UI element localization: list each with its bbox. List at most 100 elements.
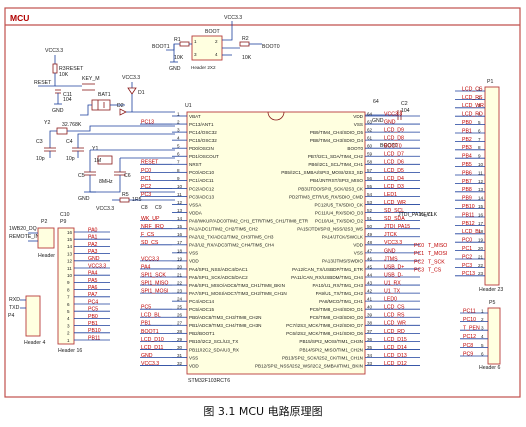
- u1-pin-name: PA13/JTMS/SWDIO: [322, 259, 363, 264]
- u1-pin-name: PC3/ADC13: [189, 194, 214, 199]
- u1-pin-number: 22: [177, 280, 183, 285]
- p5-pin-number: 3: [481, 326, 484, 331]
- u1-pin-number: 17: [177, 240, 183, 245]
- u1-pin-number: 35: [367, 345, 373, 350]
- p1-pin-net: PB1: [462, 128, 472, 134]
- u1-pin-name: PC6/I2S2_MCK/TIM8_CH1/SDIO_D6: [286, 331, 363, 336]
- u1-right-net: LCD_WR: [384, 200, 406, 206]
- u1-pin-name: PA2/U2_TX/ADC2/TIM2_CH3/TIM5_CH3: [189, 235, 274, 240]
- d2-ref: D2: [117, 103, 124, 109]
- u1-pin-name: PA14/JTCK/SWCLK: [322, 235, 364, 240]
- u1-pin-number: 41: [367, 297, 373, 302]
- u1-pin-number: 37: [367, 329, 373, 334]
- p9-pin-net: PB0: [88, 314, 98, 320]
- p5-body: [487, 307, 501, 365]
- boot-pin-1: 1: [194, 39, 197, 44]
- u1-pin-number: 4: [177, 136, 180, 141]
- u1-pin-name: BOOT0: [347, 146, 363, 151]
- u1-pin-number: 52: [367, 208, 373, 213]
- p1-pin-net: PB0: [462, 120, 472, 126]
- u1-pin-name: PD0/OSCIN: [189, 146, 214, 151]
- header-p2: 1WB20_DQ REMOTE_IN P2 Header: [9, 219, 55, 259]
- touch-net-label: T_MISO: [428, 243, 447, 249]
- p1-pin-number: 9: [478, 154, 481, 159]
- u1-pin-number: 19: [177, 256, 183, 261]
- u1-pin-number: 62: [367, 128, 373, 133]
- u1-pin-name: PA9/U1_TX/TIM1_CH2: [316, 291, 364, 296]
- u1-pin-number: 64: [367, 111, 373, 116]
- u1-pin-name: PB5/I2C1_SMBAI/SPI3_MOSI/I2S3_SD: [281, 170, 363, 175]
- mcu-u1: U1 STM32F103RCT6 1 VBAT2 PC13/ANT1PC133 PC1…: [140, 103, 420, 384]
- p9-pin-net: PA5: [88, 278, 98, 284]
- u1-right-net: LCD_D4: [384, 176, 404, 182]
- u1-pin-name: VDD: [189, 363, 199, 368]
- u1-pin-number: 42: [367, 289, 373, 294]
- u1-right-net: JTDI_PA15: [384, 224, 410, 230]
- p9-pin-net: PA4: [88, 271, 98, 277]
- u1-pin-name: PA8/MCO/TIM1_CH1: [319, 299, 363, 304]
- u1-ref: U1: [185, 103, 192, 109]
- p2-label: Header: [38, 253, 55, 259]
- schematic: MCU VCC3.3 BOOT 1 2 3 4 Header 2X2 R1 10…: [4, 7, 521, 398]
- touch-net-label: T_MOSI: [428, 251, 447, 257]
- boot-title: BOOT: [205, 29, 221, 35]
- p1-pin-net: LCD_BL: [462, 229, 482, 235]
- u1-pin-name: PA15/JTDI/SPI3_NSS/I2S3_WS: [297, 227, 363, 232]
- u1-pin-number: 48: [367, 240, 373, 245]
- u1-right-net: USB_D-: [384, 272, 403, 278]
- p1-pin-net: PB4: [462, 154, 472, 160]
- p9-pin-net: PA3: [88, 249, 98, 255]
- p5-pin-number: 1: [481, 308, 484, 313]
- p2-ref: P2: [41, 219, 47, 225]
- u1-pin-name: VBAT: [189, 114, 201, 119]
- u1-pin-name: VDD: [189, 259, 199, 264]
- p1-pin-net: PC2: [462, 254, 472, 260]
- p5-pin-net: PC10: [463, 317, 476, 323]
- u1-left-net: WK_UP: [141, 216, 160, 222]
- u1-pin-name: PB3/JTDO/SPI3_SCK/I2S3_CK: [298, 186, 364, 191]
- u1-pin-name: PD2/TIM3_ETR/U5_RX/SDIO_CMD: [289, 194, 364, 199]
- u1-pin-number: 38: [367, 321, 373, 326]
- u1-right-net: LCD_D9: [384, 128, 404, 134]
- u1-right-net: VCC3.3: [384, 240, 402, 246]
- u1-left-net: BOOT1: [141, 329, 159, 335]
- p1-pin-number: 12: [478, 179, 484, 184]
- c4-value: 10p: [66, 156, 75, 162]
- u1-pin-number: 63: [367, 119, 373, 124]
- u1-right-net: LCD_D3: [384, 184, 404, 190]
- u1-pin-number: 43: [367, 280, 373, 285]
- r2-resistor: [239, 41, 250, 47]
- u1-pin-name: VSSA: [189, 202, 202, 207]
- u1-pin-name: PA11/CAN_RX/USBDM/TIM1_CH4: [291, 275, 363, 280]
- r3-resistor: [52, 63, 58, 74]
- u1-pin-name: PB10/I2C2_SCL/U3_TX: [189, 339, 238, 344]
- c10-ref: C10: [60, 212, 70, 218]
- p9-pin-number: 2: [67, 331, 70, 336]
- r1-value: 10K: [174, 55, 184, 61]
- p1-pin-net: PB6: [462, 170, 472, 176]
- u1-right-net: JTMS: [384, 256, 398, 262]
- osc8-gnd-label: GND: [78, 196, 90, 202]
- u1-right-net: LCD_D15: [384, 337, 407, 343]
- u1-left-net: LCD_D10: [141, 337, 164, 343]
- p1-pin-net: PB2: [462, 137, 472, 143]
- u1-pin-name: NRST: [189, 162, 202, 167]
- u1-pin-number: 11: [177, 192, 182, 197]
- u1-right-net: LCD_CS: [384, 305, 405, 311]
- c11-value: 104: [63, 97, 72, 103]
- r5-ref: R5: [122, 192, 129, 198]
- u1-pin-name: PB9/TIM4_CH4/SDIO_D5: [310, 130, 364, 135]
- boot-vcc-label: VCC3.3: [224, 15, 242, 21]
- u1-pin-number: 57: [367, 168, 373, 173]
- u1-pin-name: PC11/U4_RX/SDIO_D3: [315, 210, 364, 215]
- reset-gnd-label: GND: [52, 108, 64, 114]
- p1-body: [484, 86, 500, 286]
- u1-pin-number: 36: [367, 337, 373, 342]
- p1-pin-number: 21: [478, 254, 484, 259]
- u1-pin-number: 33: [367, 361, 373, 366]
- u1-pin-number: 34: [367, 353, 373, 358]
- c2-ref: C2: [401, 101, 408, 107]
- osc8-label: 8MHz: [99, 179, 113, 185]
- osc32-label: 32.768K: [62, 122, 82, 128]
- u1-left-net: PC5: [141, 305, 151, 311]
